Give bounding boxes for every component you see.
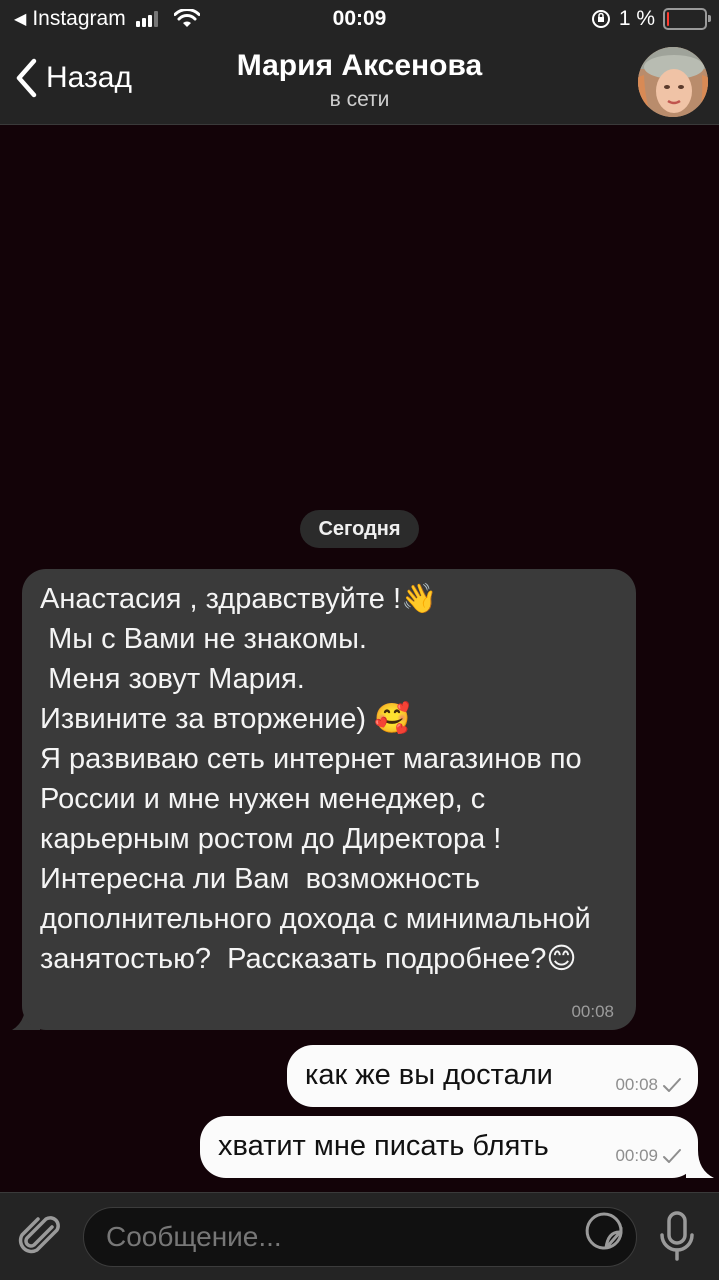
outgoing-message[interactable]: хватит мне писать блять 00:09 [200, 1116, 698, 1178]
outgoing-message-time: 00:08 [615, 1075, 658, 1094]
outgoing-message-meta: 00:08 [615, 1075, 682, 1095]
chat-online-status: в сети [329, 88, 390, 111]
chat-header: Назад Мария Аксенова в сети [0, 40, 719, 125]
avatar[interactable] [638, 47, 708, 117]
status-right: 1 % [591, 7, 711, 31]
outgoing-message-text: как же вы достали [305, 1059, 553, 1091]
incoming-message-text: Анастасия , здравствуйте !👋 Мы с Вами не… [40, 583, 591, 975]
outgoing-message-text: хватит мне писать блять [218, 1130, 549, 1162]
microphone-icon[interactable] [657, 1211, 697, 1261]
outgoing-message-time: 00:09 [615, 1146, 658, 1165]
sticker-icon[interactable] [584, 1211, 624, 1251]
orientation-lock-icon [591, 10, 610, 28]
avatar-image [638, 47, 708, 117]
battery-level [667, 12, 669, 26]
message-composer: Сообщение... [0, 1192, 719, 1280]
battery-icon [663, 8, 711, 30]
incoming-message-time: 00:08 [571, 1002, 614, 1021]
message-input[interactable]: Сообщение... [83, 1207, 637, 1267]
status-bar: ◀ Instagram 00:09 1 % [0, 0, 719, 40]
chat-screen: ◀ Instagram 00:09 1 % Назад Мария Аксено… [0, 0, 719, 1280]
check-icon [663, 1149, 681, 1163]
outgoing-message[interactable]: как же вы достали 00:08 [287, 1045, 698, 1107]
incoming-message[interactable]: Анастасия , здравствуйте !👋 Мы с Вами не… [22, 569, 636, 1030]
chat-title[interactable]: Мария Аксенова [0, 49, 719, 83]
battery-percent: 1 % [618, 7, 655, 30]
paperclip-icon[interactable] [18, 1213, 64, 1259]
date-separator: Сегодня [300, 510, 419, 548]
check-icon [663, 1078, 681, 1092]
outgoing-message-meta: 00:09 [615, 1146, 682, 1166]
